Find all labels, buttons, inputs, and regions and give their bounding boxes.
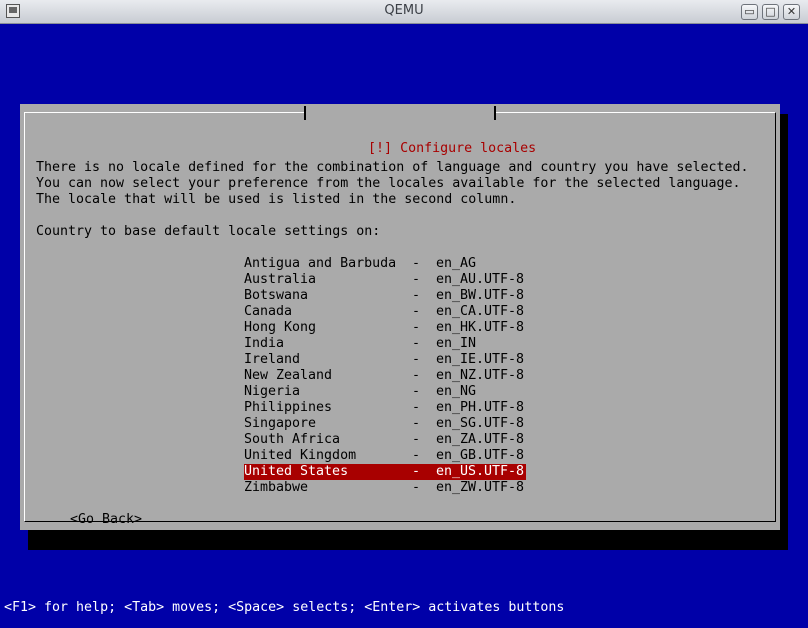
description-line-3: The locale that will be used is listed i… — [36, 192, 517, 207]
list-item[interactable]: New Zealand - en_NZ.UTF-8 — [244, 368, 526, 384]
description-line-2: You can now select your preference from … — [36, 176, 741, 191]
locale-code: en_BW.UTF-8 — [436, 288, 525, 303]
locale-code: en_ZW.UTF-8 — [436, 480, 525, 495]
list-item[interactable]: United Kingdom - en_GB.UTF-8 — [244, 448, 526, 464]
list-item[interactable]: Hong Kong - en_HK.UTF-8 — [244, 320, 526, 336]
locale-code: en_ZA.UTF-8 — [436, 432, 525, 447]
description-line-1: There is no locale defined for the combi… — [36, 160, 749, 175]
list-item[interactable]: Philippines - en_PH.UTF-8 — [244, 400, 526, 416]
locale-code: en_HK.UTF-8 — [436, 320, 525, 335]
separator-dash: - — [412, 448, 421, 463]
close-button[interactable]: ✕ — [783, 4, 800, 20]
maximize-button[interactable]: □ — [762, 4, 779, 20]
vm-screen[interactable]: [!] Configure locales There is no locale… — [4, 24, 804, 624]
minimize-button[interactable]: ▭ — [741, 4, 758, 20]
title-bar[interactable]: QEMU ▭ □ ✕ — [0, 0, 808, 24]
locale-code: en_IN — [436, 336, 477, 351]
list-item[interactable]: Canada - en_CA.UTF-8 — [244, 304, 526, 320]
country-name: Singapore — [244, 416, 317, 431]
country-name: Zimbabwe — [244, 480, 309, 495]
country-name: Canada — [244, 304, 293, 319]
country-name: Australia — [244, 272, 317, 287]
separator-dash: - — [412, 352, 421, 367]
separator-dash: - — [412, 336, 421, 351]
country-locale-list[interactable]: Antigua and Barbuda - en_AG Australia - en_AU… — [244, 256, 526, 496]
separator-dash: - — [412, 400, 421, 415]
country-prompt: Country to base default locale settings … — [36, 224, 381, 239]
list-item[interactable]: Botswana - en_BW.UTF-8 — [244, 288, 526, 304]
country-name: Philippines — [244, 400, 333, 415]
go-back-button[interactable]: <Go Back> — [70, 512, 142, 528]
list-item[interactable]: United States - en_US.UTF-8 — [244, 464, 526, 480]
country-name: United States — [244, 464, 349, 479]
qemu-window: QEMU ▭ □ ✕ [!] Configure locales There i… — [0, 0, 808, 628]
separator-dash: - — [412, 432, 421, 447]
locale-code: en_PH.UTF-8 — [436, 400, 525, 415]
configure-locales-dialog: [!] Configure locales There is no locale… — [20, 104, 780, 530]
window-title: QEMU — [384, 3, 424, 18]
country-name: Botswana — [244, 288, 309, 303]
list-item[interactable]: South Africa - en_ZA.UTF-8 — [244, 432, 526, 448]
separator-dash: - — [412, 288, 421, 303]
country-name: United Kingdom — [244, 448, 357, 463]
locale-code: en_GB.UTF-8 — [436, 448, 525, 463]
country-name: New Zealand — [244, 368, 333, 383]
locale-code: en_IE.UTF-8 — [436, 352, 525, 367]
country-name: South Africa — [244, 432, 341, 447]
separator-dash: - — [412, 480, 421, 495]
list-item[interactable]: Singapore - en_SG.UTF-8 — [244, 416, 526, 432]
separator-dash: - — [412, 304, 421, 319]
list-item[interactable]: Nigeria - en_NG — [244, 384, 526, 400]
locale-code: en_NZ.UTF-8 — [436, 368, 525, 383]
list-item[interactable]: Antigua and Barbuda - en_AG — [244, 256, 526, 272]
separator-dash: - — [412, 464, 421, 479]
country-name: India — [244, 336, 285, 351]
list-item[interactable]: Ireland - en_IE.UTF-8 — [244, 352, 526, 368]
separator-dash: - — [412, 320, 421, 335]
locale-code: en_AU.UTF-8 — [436, 272, 525, 287]
separator-dash: - — [412, 368, 421, 383]
list-item[interactable]: Zimbabwe - en_ZW.UTF-8 — [244, 480, 526, 496]
dialog-title-text: [!] Configure locales — [368, 141, 537, 156]
country-name: Antigua and Barbuda — [244, 256, 397, 271]
separator-dash: - — [412, 384, 421, 399]
separator-dash: - — [412, 272, 421, 287]
locale-code: en_CA.UTF-8 — [436, 304, 525, 319]
separator-dash: - — [412, 256, 421, 271]
locale-code: en_US.UTF-8 — [436, 464, 525, 479]
list-item[interactable]: Australia - en_AU.UTF-8 — [244, 272, 526, 288]
dialog-title: [!] Configure locales — [304, 104, 536, 156]
title-left-bar — [304, 106, 306, 120]
country-name: Hong Kong — [244, 320, 317, 335]
locale-code: en_SG.UTF-8 — [436, 416, 525, 431]
title-right-bar — [494, 106, 496, 120]
list-item[interactable]: India - en_IN — [244, 336, 526, 352]
help-status-bar: <F1> for help; <Tab> moves; <Space> sele… — [4, 600, 565, 615]
locale-code: en_AG — [436, 256, 477, 271]
locale-code: en_NG — [436, 384, 477, 399]
country-name: Ireland — [244, 352, 301, 367]
country-name: Nigeria — [244, 384, 301, 399]
separator-dash: - — [412, 416, 421, 431]
